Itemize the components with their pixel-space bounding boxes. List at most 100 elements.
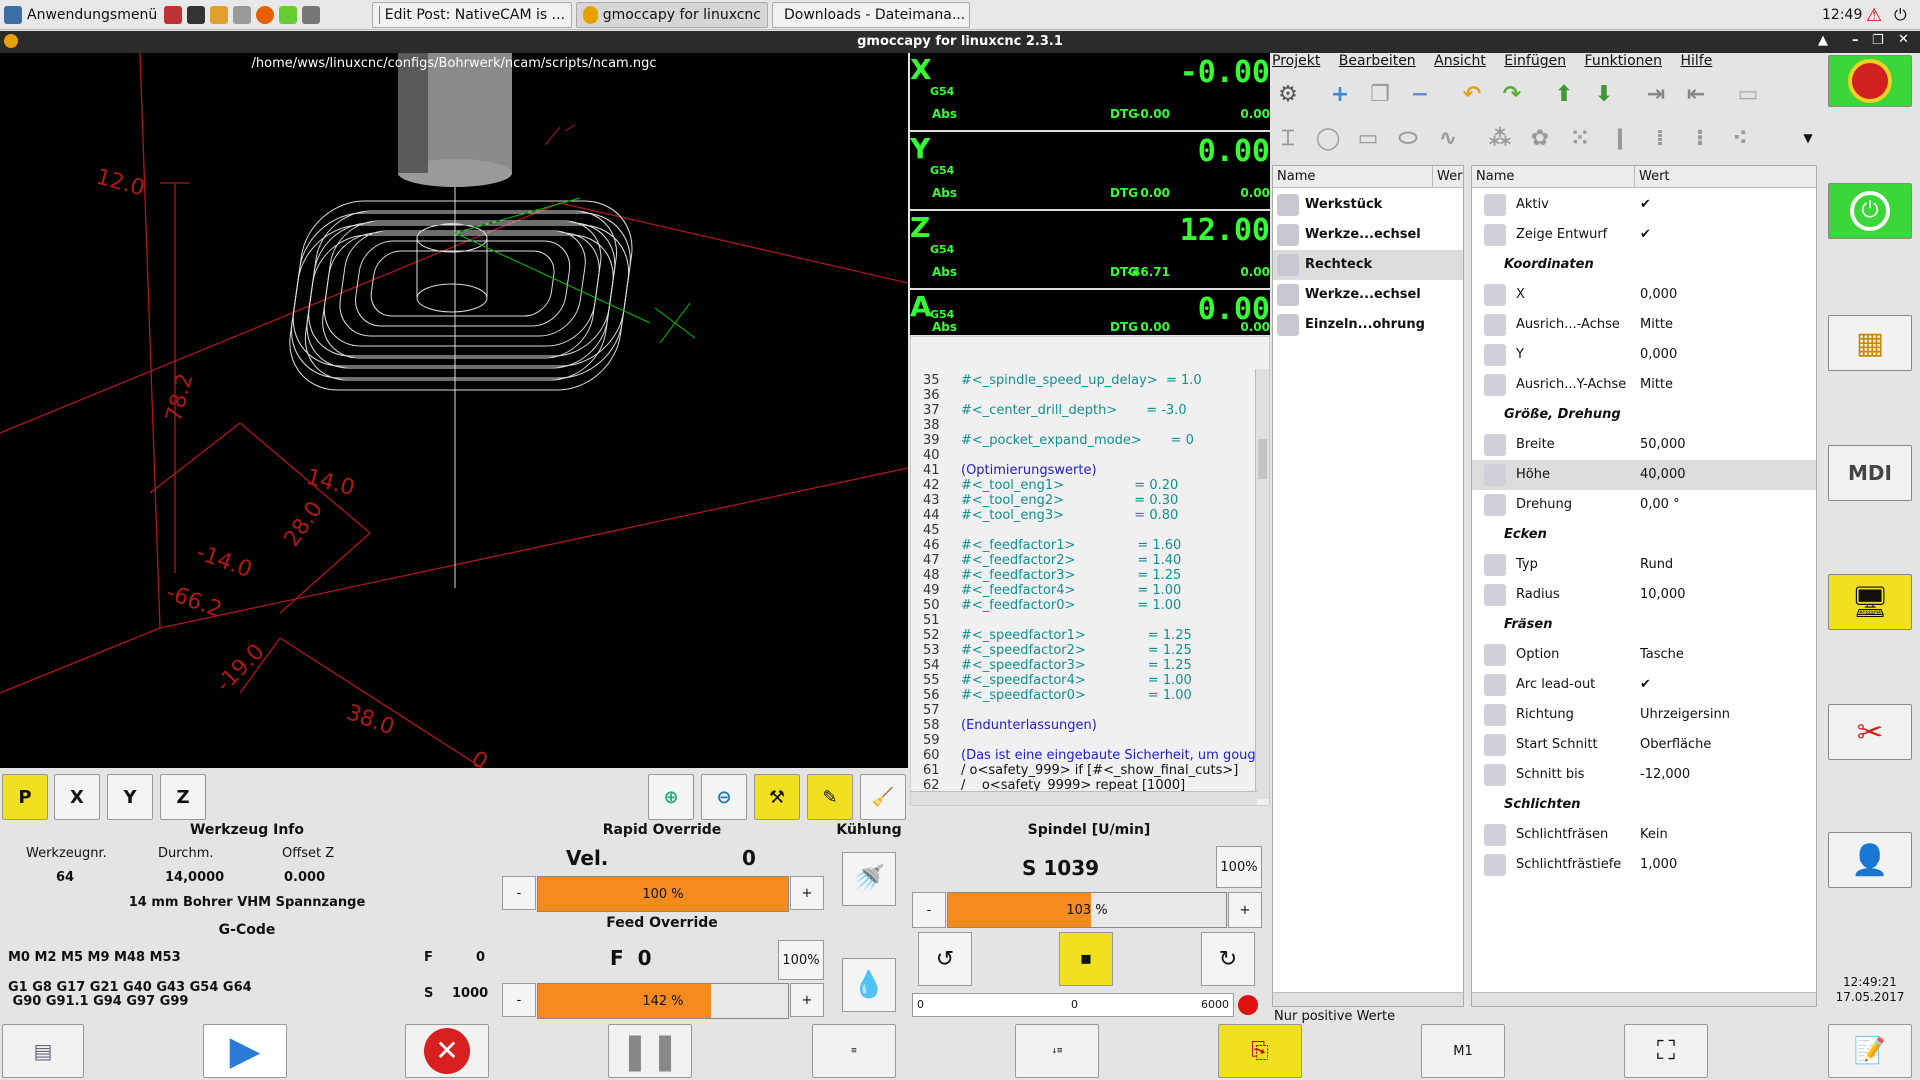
optional-stop-button[interactable]: M1 (1421, 1024, 1505, 1078)
param-value[interactable]: -12,000 (1640, 760, 1690, 790)
param-value[interactable]: 10,000 (1640, 580, 1686, 610)
slot-icon[interactable]: ⬭ (1392, 122, 1424, 154)
menu-projekt[interactable]: Projekt (1272, 53, 1320, 69)
move-down-icon[interactable]: ⬇ (1588, 78, 1620, 110)
tool-change-icon[interactable]: ⌶ (1272, 122, 1304, 154)
spindle-reset-button[interactable]: 100% (1216, 846, 1262, 888)
param-value[interactable]: Mitte (1640, 310, 1673, 340)
circle-pattern-icon[interactable]: ✿ (1524, 122, 1556, 154)
zoom-in-icon[interactable]: ⊕ (648, 774, 694, 820)
tree-hscrollbar[interactable] (1273, 992, 1463, 1006)
settings-gear-icon[interactable]: ⚙ (1272, 78, 1304, 110)
params-hscrollbar[interactable] (1472, 992, 1816, 1006)
feed-plus-button[interactable]: + (790, 983, 824, 1017)
param-row[interactable]: Breite 50,000 (1472, 430, 1816, 460)
dro-row-y[interactable]: Y G54 0.00 Abs 0.00 DTG 0.00 (910, 132, 1270, 211)
window-up-icon[interactable]: ▲ (1818, 33, 1828, 48)
auto-mode-button[interactable]: 🖥 (1828, 574, 1912, 630)
col-header-value[interactable]: Wert (1635, 166, 1816, 188)
param-row[interactable]: Schnitt bis -12,000 (1472, 760, 1816, 790)
rapid-plus-button[interactable]: + (790, 876, 824, 910)
single-drill-icon[interactable]: ǀ (1604, 122, 1636, 154)
taskbar-clock[interactable]: 12:49 (1822, 2, 1862, 28)
outdent-icon[interactable]: ⇤ (1680, 78, 1712, 110)
run-from-line-button[interactable]: ↓≡ (1015, 1024, 1099, 1078)
backplot-view[interactable]: 12.0 78.2 14.0 28.0 -14.0 -66.2 -19.0 38… (0, 52, 909, 775)
add-icon[interactable]: + (1324, 78, 1356, 110)
param-row[interactable]: Y 0,000 (1472, 340, 1816, 370)
polyline-icon[interactable]: ∿ (1432, 122, 1464, 154)
edit-button[interactable]: 📝 (1828, 1024, 1912, 1078)
menu-hilfe[interactable]: Hilfe (1680, 53, 1712, 69)
run-button[interactable]: ▶ (203, 1024, 287, 1078)
logout-icon[interactable] (164, 6, 182, 24)
file-manager-icon[interactable] (210, 6, 228, 24)
param-value[interactable]: Uhrzeigersinn (1640, 700, 1730, 730)
matrix-drill-icon[interactable]: ⁝ (1684, 122, 1716, 154)
tree-item[interactable]: Werkze...echsel (1273, 280, 1463, 310)
param-row[interactable]: Arc lead-out ✔ (1472, 670, 1816, 700)
param-value[interactable]: 0,000 (1640, 340, 1677, 370)
view-x-button[interactable]: X (54, 774, 100, 820)
param-checkbox[interactable]: ✔ (1640, 670, 1651, 700)
remove-icon[interactable]: − (1404, 78, 1436, 110)
param-row[interactable]: Radius 10,000 (1472, 580, 1816, 610)
param-row[interactable]: Drehung 0,00 ° (1472, 490, 1816, 520)
rapid-minus-button[interactable]: - (502, 876, 536, 910)
param-value[interactable]: Mitte (1640, 370, 1673, 400)
param-value[interactable]: 50,000 (1640, 430, 1686, 460)
maximize-icon[interactable]: ❐ (1872, 33, 1884, 48)
duplicate-icon[interactable]: ❐ (1364, 78, 1396, 110)
redo-icon[interactable]: ↷ (1496, 78, 1528, 110)
param-value[interactable]: 40,000 (1640, 460, 1686, 490)
param-row[interactable]: Ausrich...Y-Achse Mitte (1472, 370, 1816, 400)
spindle-cw-button[interactable]: ↻ (1201, 932, 1255, 986)
terminal-icon[interactable] (187, 6, 205, 24)
stop-button[interactable]: ✕ (405, 1024, 489, 1078)
user-tabs-button[interactable]: 👤 (1828, 832, 1912, 888)
row-drill-icon[interactable]: ⁞ (1644, 122, 1676, 154)
rectangle-icon[interactable]: ▭ (1352, 122, 1384, 154)
code-scrollbar[interactable] (1255, 369, 1269, 799)
col-header-name[interactable]: Name (1472, 166, 1635, 188)
open-file-button[interactable]: ▤ (2, 1024, 84, 1078)
drill-pattern-icon[interactable]: ⁂ (1484, 122, 1516, 154)
param-value[interactable]: 0,000 (1640, 280, 1677, 310)
zoom-out-icon[interactable]: ⊖ (701, 774, 747, 820)
params-table[interactable]: Name Wert Aktiv ✔ Zeige Entwurf ✔ Koordinate… (1471, 165, 1817, 1007)
fullscreen-button[interactable]: ⛶ (1624, 1024, 1708, 1078)
mist-coolant-button[interactable]: 💧 (842, 958, 896, 1012)
mdi-button[interactable]: MDI (1828, 445, 1912, 501)
application-menu[interactable]: Anwendungsmenü (4, 2, 157, 28)
estop-button[interactable] (1828, 55, 1912, 107)
feed-override-slider[interactable]: 142 % (537, 983, 789, 1019)
param-row[interactable]: Schlichtfrästiefe 1,000 (1472, 850, 1816, 880)
tree-item[interactable]: Rechteck (1273, 250, 1463, 280)
step-button[interactable]: ≡ (812, 1024, 896, 1078)
flood-coolant-button[interactable]: 🚿 (842, 852, 896, 906)
spindle-ccw-button[interactable]: ↺ (918, 932, 972, 986)
minimize-icon[interactable]: – (1852, 33, 1859, 48)
col-header-value[interactable]: Wer (1433, 166, 1463, 188)
taskbar-window-downloads[interactable]: Downloads - Dateimana... (772, 2, 970, 28)
menu-einfuegen[interactable]: Einfügen (1504, 53, 1566, 69)
tree-item[interactable]: Werkstück (1273, 190, 1463, 220)
optional-skip-button[interactable]: ⎘ (1218, 1024, 1302, 1078)
view-p-button[interactable]: P (2, 774, 48, 820)
manual-mode-button[interactable]: ▦ (1828, 315, 1912, 371)
param-row[interactable]: Start Schnitt Oberfläche (1472, 730, 1816, 760)
param-row[interactable]: Höhe 40,000 (1472, 460, 1816, 490)
param-checkbox[interactable]: ✔ (1640, 190, 1651, 220)
clear-plot-icon[interactable]: 🧹 (860, 774, 906, 820)
custom-drill-icon[interactable]: ⁖ (1724, 122, 1756, 154)
tree-item[interactable]: Einzeln...ohrung (1273, 310, 1463, 340)
view-y-button[interactable]: Y (107, 774, 153, 820)
grid-pattern-icon[interactable]: ⁙ (1564, 122, 1596, 154)
toolbar-more-icon[interactable]: ▼ (1792, 122, 1824, 154)
dro-row-x[interactable]: X G54 -0.00 Abs -0.00 DTG 0.00 (910, 53, 1270, 132)
param-value[interactable]: Rund (1640, 550, 1673, 580)
menu-ansicht[interactable]: Ansicht (1434, 53, 1486, 69)
settings-button[interactable]: ✂ (1828, 704, 1912, 760)
circle-icon[interactable]: ◯ (1312, 122, 1344, 154)
screenshot-icon[interactable] (302, 6, 320, 24)
